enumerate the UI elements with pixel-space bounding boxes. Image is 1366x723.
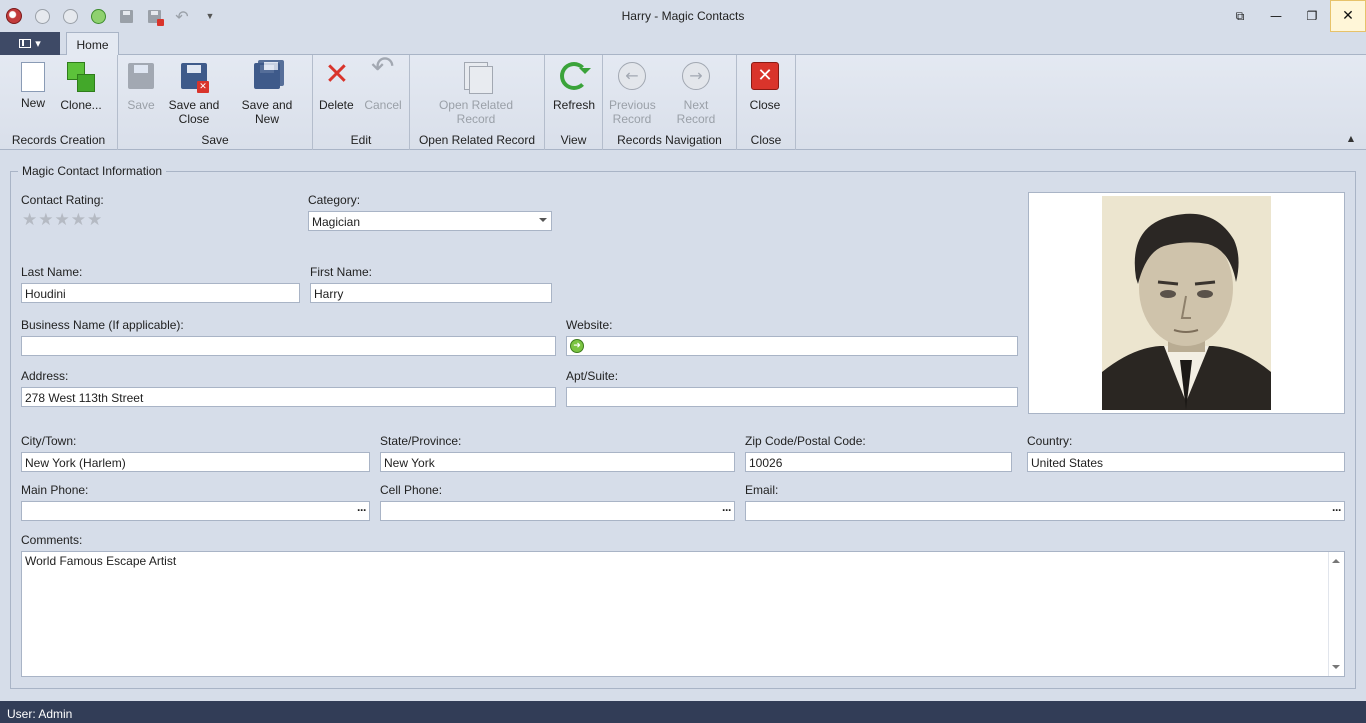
- comments-value: World Famous Escape Artist: [25, 554, 177, 568]
- go-arrow-icon[interactable]: ➜: [570, 339, 584, 353]
- current-user: User: Admin: [7, 707, 73, 721]
- state-label: State/Province:: [380, 434, 462, 448]
- group-label: Records Navigation: [617, 133, 722, 147]
- save-and-new-button[interactable]: Save and New: [228, 60, 306, 126]
- clone-button[interactable]: Clone...: [60, 60, 102, 112]
- refresh-icon: [558, 60, 591, 94]
- city-label: City/Town:: [21, 434, 77, 448]
- apt-suite-label: Apt/Suite:: [566, 369, 619, 383]
- category-label: Category:: [308, 193, 361, 207]
- title-bar: ↶ ▼ Harry - Magic Contacts ⧉ — ❐ ✕: [0, 0, 1366, 32]
- city-field[interactable]: New York (Harlem): [21, 452, 370, 472]
- business-name-label: Business Name (If applicable):: [21, 318, 184, 332]
- window-title: Harry - Magic Contacts: [621, 9, 745, 23]
- ellipsis-icon[interactable]: ···: [1332, 503, 1342, 517]
- ellipsis-icon[interactable]: ···: [722, 503, 732, 517]
- collapse-ribbon-icon[interactable]: ▲: [1348, 134, 1354, 143]
- group-edit: ✕ Delete ↶ Cancel Edit: [313, 50, 410, 150]
- zip-label: Zip Code/Postal Code:: [745, 434, 866, 448]
- close-button[interactable]: ✕ Close: [748, 60, 782, 112]
- group-records-creation: New Clone... Records Creation: [0, 55, 118, 150]
- main-phone-field[interactable]: ···: [21, 501, 370, 521]
- group-label: Edit: [350, 133, 372, 147]
- ribbon-display-button[interactable]: ⧉: [1222, 0, 1258, 32]
- refresh-button[interactable]: Refresh: [551, 60, 597, 112]
- section-title: Magic Contact Information: [18, 164, 167, 178]
- group-view: Refresh View: [545, 55, 603, 150]
- group-save: Save ✕ Save and Close Save and New Save: [118, 55, 313, 150]
- related-documents-icon: [460, 60, 493, 94]
- close-icon: ✕: [749, 60, 781, 94]
- country-field[interactable]: United States: [1027, 452, 1345, 472]
- zip-field[interactable]: 10026: [745, 452, 1012, 472]
- open-related-record-button[interactable]: Open Related Record: [438, 60, 514, 126]
- address-label: Address:: [21, 369, 69, 383]
- website-label: Website:: [566, 318, 613, 332]
- group-open-related: Open Related Record Open Related Record: [410, 55, 545, 150]
- save-disk-icon: [125, 60, 157, 94]
- delete-button[interactable]: ✕ Delete: [319, 57, 354, 113]
- cell-phone-label: Cell Phone:: [380, 483, 443, 497]
- undo-icon: ↶: [371, 50, 395, 83]
- scroll-down-icon[interactable]: [1332, 665, 1340, 673]
- contact-rating-label: Contact Rating:: [21, 193, 104, 207]
- email-label: Email:: [745, 483, 779, 497]
- cancel-button[interactable]: ↶ Cancel: [363, 50, 403, 113]
- comments-field[interactable]: World Famous Escape Artist: [21, 551, 1345, 677]
- last-name-label: Last Name:: [21, 265, 83, 279]
- comments-label: Comments:: [21, 533, 83, 547]
- ellipsis-icon[interactable]: ···: [357, 503, 367, 517]
- group-label: Records Creation: [11, 133, 106, 147]
- arrow-right-icon: →: [680, 60, 712, 94]
- rating-stars[interactable]: ★★★★★: [22, 210, 103, 230]
- group-label: Save: [201, 133, 229, 147]
- status-bar: User: Admin: [0, 701, 1366, 723]
- panel-icon: [19, 39, 32, 48]
- save-and-close-button[interactable]: ✕ Save and Close: [168, 60, 220, 126]
- last-name-field[interactable]: Houdini: [21, 283, 300, 303]
- save-close-icon: ✕: [178, 60, 210, 94]
- website-field[interactable]: ➜: [566, 336, 1018, 356]
- chevron-down-icon[interactable]: [539, 218, 547, 226]
- next-record-button[interactable]: → Next Record: [663, 60, 729, 126]
- new-button[interactable]: New: [16, 60, 50, 110]
- tab-home[interactable]: Home: [66, 32, 119, 56]
- apt-suite-field[interactable]: [566, 387, 1018, 407]
- save-button[interactable]: Save: [124, 60, 158, 112]
- email-field[interactable]: ···: [745, 501, 1345, 521]
- contact-photo[interactable]: [1028, 192, 1345, 414]
- chevron-down-icon: ▾: [35, 37, 41, 50]
- main-phone-label: Main Phone:: [21, 483, 89, 497]
- file-menu-button[interactable]: ▾: [0, 32, 60, 55]
- business-name-field[interactable]: [21, 336, 556, 356]
- first-name-field[interactable]: Harry: [310, 283, 552, 303]
- ribbon-tabs: ▾ Home: [0, 32, 1366, 56]
- save-new-icon: [251, 60, 284, 94]
- comments-scrollbar[interactable]: [1328, 552, 1344, 676]
- minimize-button[interactable]: —: [1258, 0, 1294, 32]
- arrow-left-icon: ←: [616, 60, 648, 94]
- first-name-label: First Name:: [310, 265, 373, 279]
- maximize-button[interactable]: ❐: [1294, 0, 1330, 32]
- delete-x-icon: ✕: [324, 57, 350, 92]
- group-records-navigation: ← Previous Record → Next Record Records …: [603, 55, 737, 150]
- clone-icon: [65, 60, 97, 94]
- group-close: ✕ Close Close: [737, 55, 796, 150]
- new-document-icon: [21, 62, 45, 92]
- group-label: View: [560, 133, 587, 147]
- category-value: Magician: [312, 215, 361, 229]
- scroll-up-icon[interactable]: [1332, 555, 1340, 563]
- ribbon: New Clone... Records Creation Save ✕ Sav…: [0, 50, 1366, 150]
- category-select[interactable]: Magician: [308, 211, 552, 231]
- country-label: Country:: [1027, 434, 1073, 448]
- cell-phone-field[interactable]: ···: [380, 501, 735, 521]
- previous-record-button[interactable]: ← Previous Record: [609, 60, 656, 126]
- group-label: Close: [750, 133, 782, 147]
- group-label: Open Related Record: [418, 133, 536, 147]
- portrait-image: [1102, 196, 1271, 410]
- address-field[interactable]: 278 West 113th Street: [21, 387, 556, 407]
- close-window-button[interactable]: ✕: [1330, 0, 1366, 32]
- state-field[interactable]: New York: [380, 452, 735, 472]
